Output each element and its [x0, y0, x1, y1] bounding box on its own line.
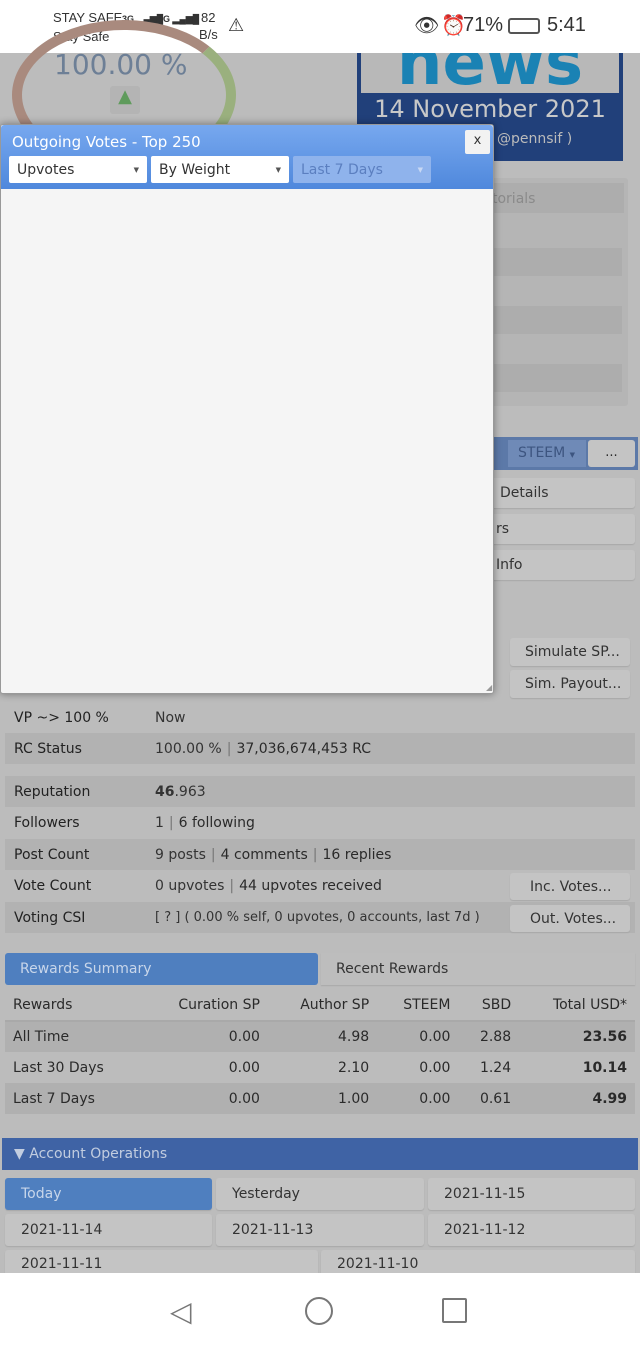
- battery-icon: [508, 18, 540, 34]
- menu-followers[interactable]: rs: [480, 514, 635, 544]
- table-row: All Time 0.00 4.98 0.00 2.88 23.56: [5, 1021, 635, 1052]
- stat-row-rc: RC Status 100.00 % | 37,036,674,453 RC: [5, 733, 635, 764]
- day-button[interactable]: 2021-11-15: [428, 1178, 635, 1210]
- day-yesterday[interactable]: Yesterday: [216, 1178, 424, 1210]
- net-speed-unit: B/s: [199, 27, 218, 42]
- tab-tutorials[interactable]: torials: [480, 183, 624, 213]
- account-operations-header[interactable]: ▼ Account Operations: [2, 1138, 638, 1170]
- sort-select[interactable]: By Weight ▼: [151, 156, 289, 183]
- tutorials-panel: torials: [480, 178, 628, 406]
- day-button[interactable]: 2021-11-14: [5, 1214, 212, 1246]
- stat-row-reputation: Reputation 46.963: [5, 776, 635, 807]
- back-icon[interactable]: ◁: [170, 1295, 192, 1328]
- rewards-table: Rewards Curation SP Author SP STEEM SBD Total…: [5, 990, 635, 1114]
- menu-details[interactable]: Details: [480, 478, 635, 508]
- table-row: Last 30 Days 0.00 2.10 0.00 1.24 10.14: [13, 1059, 627, 1076]
- eye-icon: 👁: [414, 15, 440, 37]
- inc-votes-button[interactable]: Inc. Votes...: [510, 873, 630, 900]
- tab-recent-rewards[interactable]: Recent Rewards: [321, 953, 635, 985]
- banner-date: 14 November 2021: [374, 95, 606, 123]
- more-button[interactable]: ...: [588, 440, 635, 467]
- outgoing-votes-dialog: Outgoing Votes - Top 250 x ◢: [0, 124, 494, 694]
- out-votes-button[interactable]: Out. Votes...: [510, 905, 630, 932]
- stat-row-vp: VP ~> 100 % Now: [14, 709, 186, 726]
- vote-type-select[interactable]: Upvotes ▼: [9, 156, 147, 183]
- recents-icon[interactable]: [442, 1298, 467, 1323]
- table-row: Last 7 Days 0.00 1.00 0.00 0.61 4.99: [5, 1083, 635, 1114]
- banner-word: news: [361, 53, 619, 93]
- day-button[interactable]: 2021-11-13: [216, 1214, 424, 1246]
- stat-row-followers: Followers 1 | 6 following: [14, 814, 255, 831]
- currency-select[interactable]: STEEM ▼: [508, 440, 586, 467]
- period-select[interactable]: Last 7 Days ▼: [293, 156, 431, 183]
- resize-handle-icon[interactable]: ◢: [486, 683, 492, 692]
- battery-percent: 71%: [463, 14, 504, 36]
- currency-toolbar: STEEM ▼ ...: [480, 437, 638, 470]
- day-today[interactable]: Today: [5, 1178, 212, 1210]
- signal-4g-icon: 4G ▂▄▆█: [158, 14, 200, 24]
- close-button[interactable]: x: [465, 130, 490, 154]
- net-speed: 82: [201, 10, 216, 25]
- gauge-value: 100.00 %: [54, 48, 188, 81]
- simulate-sp-button[interactable]: Simulate SP...: [510, 638, 630, 666]
- warning-icon: ⚠: [228, 15, 245, 35]
- sim-payout-button[interactable]: Sim. Payout...: [510, 670, 630, 698]
- home-icon[interactable]: [305, 1297, 333, 1325]
- menu-info[interactable]: Info: [480, 550, 635, 580]
- android-nav-bar: ◁: [0, 1273, 640, 1351]
- stat-row-posts: Post Count 9 posts | 4 comments | 16 replies: [5, 839, 635, 870]
- triangle-down-icon: ▼: [14, 1146, 25, 1162]
- upvote-arrow-icon[interactable]: ▲: [110, 86, 140, 114]
- banner-author: @pennsif ): [497, 131, 573, 147]
- clock: 5:41: [547, 14, 586, 36]
- dialog-title: Outgoing Votes - Top 250: [12, 133, 201, 151]
- day-button[interactable]: 2021-11-12: [428, 1214, 635, 1246]
- tab-rewards-summary[interactable]: Rewards Summary: [5, 953, 318, 985]
